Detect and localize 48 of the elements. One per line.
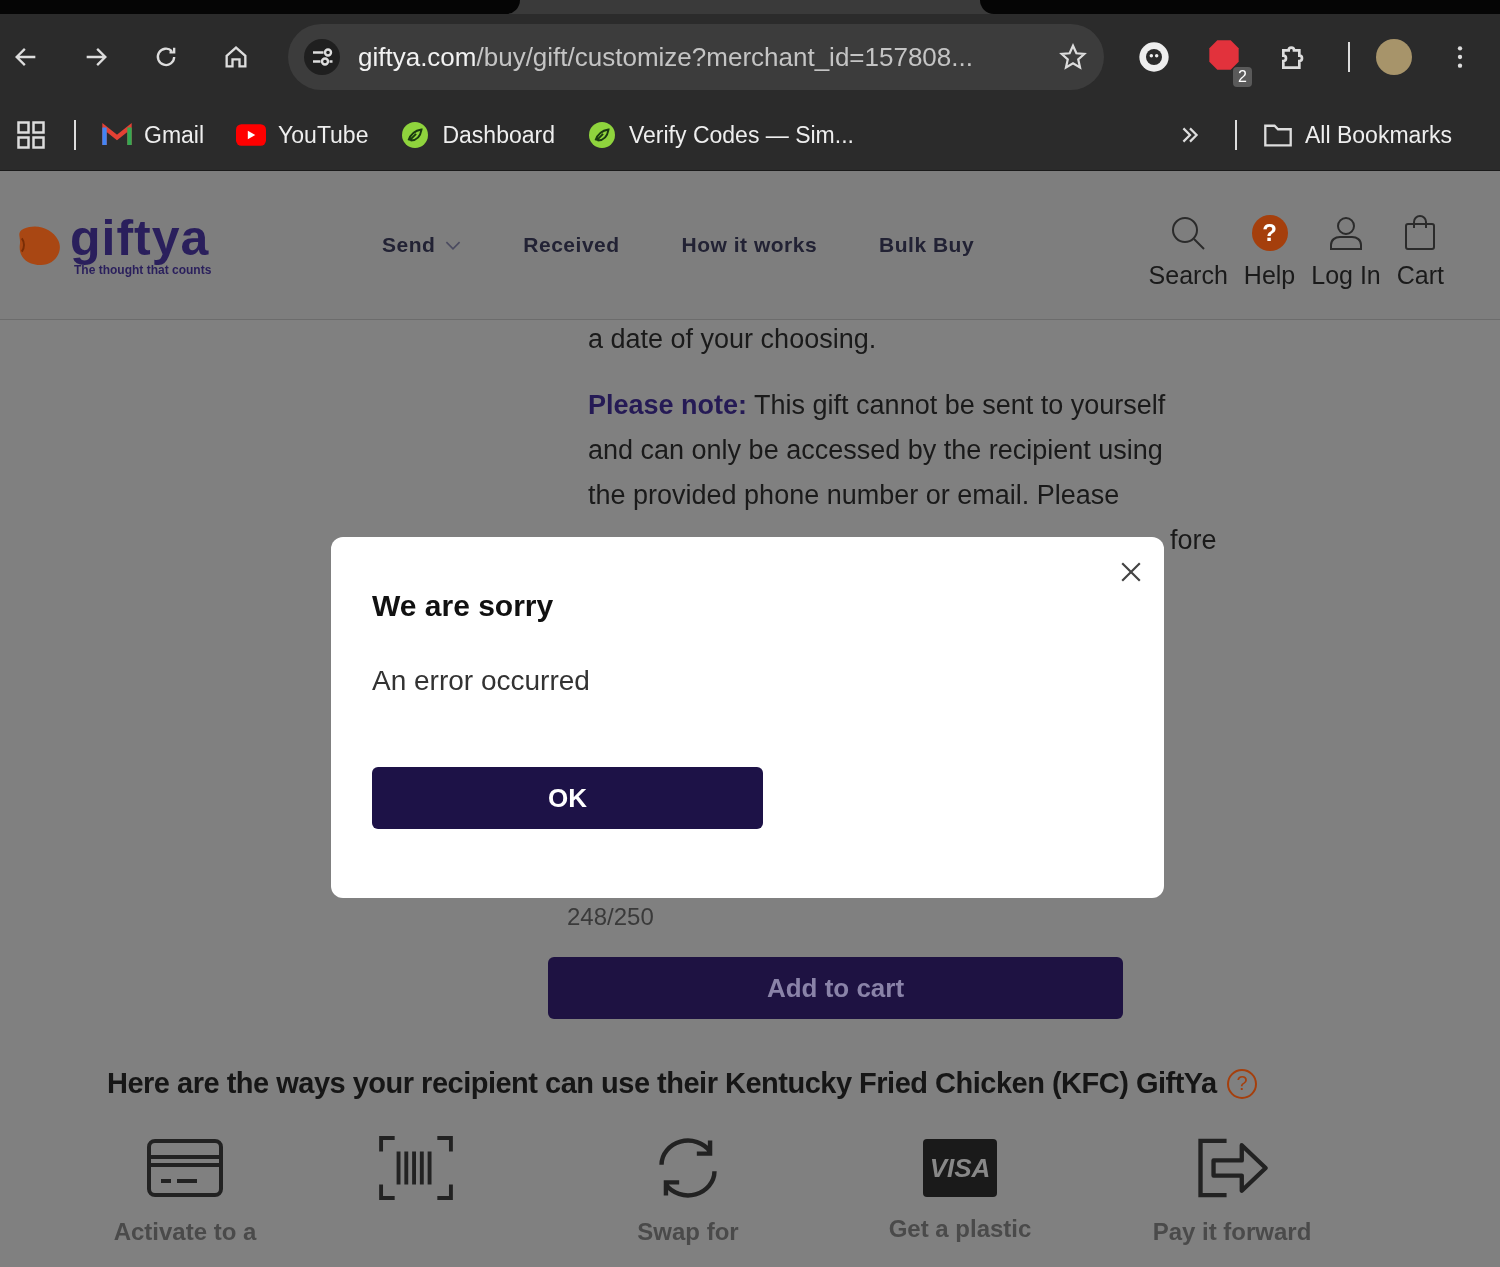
header-action[interactable]: Log In <box>1311 214 1381 290</box>
header-action[interactable]: Cart <box>1396 214 1444 290</box>
character-count: 248/250 <box>567 903 654 931</box>
apps-grid-icon[interactable] <box>16 120 46 150</box>
help-icon: ? <box>1251 214 1288 251</box>
visa-card-icon: VISA <box>923 1139 997 1197</box>
bookmark-item[interactable]: Verify Codes — Sim... <box>587 121 854 149</box>
header-action[interactable]: ? Help <box>1243 214 1296 290</box>
body-text: a date of your choosing. <box>588 324 877 355</box>
ok-button[interactable]: OK <box>372 767 763 829</box>
note-text: and can only be accessed by the recipient using <box>588 434 1164 467</box>
section-heading: Here are the ways your recipient can use their Kentucky Fried Chicken (KFC) GiftYa <box>107 1067 1217 1100</box>
search-icon <box>1170 214 1207 251</box>
extension-icon[interactable] <box>1138 41 1170 73</box>
site-settings-icon[interactable] <box>304 39 340 75</box>
logo-text[interactable]: giftya <box>70 213 212 263</box>
user-icon <box>1328 214 1364 251</box>
play-icon <box>236 122 267 148</box>
mail-icon <box>102 122 132 148</box>
nav-link[interactable]: Send <box>382 233 462 257</box>
all-bookmarks-button[interactable]: All Bookmarks <box>1263 121 1452 149</box>
note-text: fore <box>1169 524 1217 557</box>
menu-icon[interactable] <box>1456 44 1464 70</box>
close-icon[interactable] <box>1120 561 1142 583</box>
bookmark-item[interactable]: Dashboard <box>400 121 555 149</box>
bookmark-item[interactable]: Gmail <box>102 121 205 149</box>
profile-avatar[interactable] <box>1376 39 1412 75</box>
url-text: giftya.com/buy/gift/customize?merchant_id=157808... <box>358 41 974 73</box>
adblock-icon[interactable] <box>1208 39 1240 71</box>
credit-card-icon <box>147 1136 223 1200</box>
nav-link[interactable]: Bulk Buy <box>879 233 975 257</box>
barcode-scan-icon <box>378 1136 454 1200</box>
leaf-icon <box>587 122 617 148</box>
folder-icon <box>1263 122 1293 148</box>
nav-link[interactable]: How it works <box>681 233 818 257</box>
note-text: the provided phone number or email. Please <box>588 479 1121 512</box>
dialog-message: An error occurred <box>372 665 591 697</box>
dialog-title: We are sorry <box>372 589 555 623</box>
chevron-down-icon <box>445 239 462 251</box>
header-action[interactable]: Search <box>1148 214 1228 290</box>
bookmark-item[interactable]: YouTube <box>236 121 369 149</box>
leaf-icon <box>400 122 431 148</box>
extension-badge: 2 <box>1233 67 1252 87</box>
add-to-cart-button[interactable]: Add to cart <box>548 957 1123 1019</box>
address-bar[interactable]: giftya.com/buy/gift/customize?merchant_id=157808... <box>288 24 1104 90</box>
nav-link[interactable]: Received <box>523 233 620 257</box>
bookmark-star-icon[interactable] <box>1058 42 1088 72</box>
note-text: Please note: This gift cannot be sent to yourself <box>588 389 1167 422</box>
